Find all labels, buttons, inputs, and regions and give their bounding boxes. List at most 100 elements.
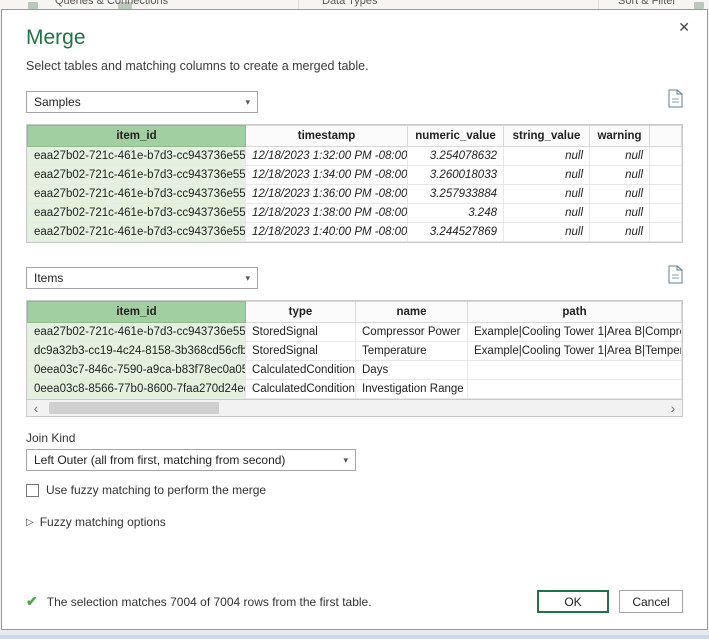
fuzzy-matching-row: Use fuzzy matching to perform the merge	[26, 483, 683, 497]
dialog-subtitle: Select tables and matching columns to cr…	[26, 59, 683, 73]
expander-triangle-icon: ▷	[26, 517, 34, 528]
chevron-down-icon: ▾	[245, 273, 250, 284]
table-row: eaa27b02-721c-461e-b7d3-cc943736e55912/1…	[28, 147, 682, 166]
ribbon-icon	[28, 2, 38, 9]
cell: eaa27b02-721c-461e-b7d3-cc943736e559	[28, 204, 246, 223]
cell: Days	[356, 361, 468, 380]
fuzzy-matching-checkbox[interactable]	[26, 484, 39, 497]
scrollbar-track[interactable]	[45, 400, 664, 416]
cell: 3.244527869	[408, 223, 504, 242]
cell: null	[590, 166, 650, 185]
column-header-item_id[interactable]: item_id	[28, 302, 246, 323]
column-header-item_id[interactable]: item_id	[28, 126, 246, 147]
cell-filler	[650, 223, 682, 242]
ribbon-group-label: Queries & Connections	[55, 0, 168, 7]
ribbon-group-label: Sort & Filter	[618, 0, 676, 7]
ribbon-divider	[598, 0, 599, 9]
second-table-select-value: Items	[34, 271, 63, 285]
bottom-strip	[0, 630, 709, 639]
cell: eaa27b02-721c-461e-b7d3-cc943736e559	[28, 323, 246, 342]
samples-preview-table: item_idtimestampnumeric_valuestring_valu…	[26, 124, 683, 243]
merge-dialog: ✕ Merge Select tables and matching colum…	[1, 9, 708, 630]
first-table-select[interactable]: Samples ▾	[26, 91, 258, 113]
page-title: Merge	[26, 26, 683, 50]
fuzzy-options-expander[interactable]: ▷ Fuzzy matching options	[26, 515, 683, 529]
table-row: eaa27b02-721c-461e-b7d3-cc943736e55912/1…	[28, 204, 682, 223]
cell: null	[504, 223, 590, 242]
cell-filler	[650, 166, 682, 185]
cell-filler	[650, 147, 682, 166]
cell: 3.254078632	[408, 147, 504, 166]
close-icon[interactable]: ✕	[673, 17, 695, 38]
cell: Example|Cooling Tower 1|Area B|Temperat	[468, 342, 682, 361]
table-row: eaa27b02-721c-461e-b7d3-cc943736e55912/1…	[28, 166, 682, 185]
cancel-button[interactable]: Cancel	[619, 590, 683, 613]
cell: Example|Cooling Tower 1|Area B|Compress	[468, 323, 682, 342]
column-header-path[interactable]: path	[468, 302, 682, 323]
ribbon-strip: Queries & Connections Data Types Sort & …	[0, 0, 709, 9]
cell: Compressor Power	[356, 323, 468, 342]
join-kind-label: Join Kind	[26, 431, 683, 445]
scrollbar-thumb[interactable]	[49, 402, 219, 414]
cell: null	[504, 204, 590, 223]
column-header-filler	[650, 126, 682, 147]
cell	[468, 361, 682, 380]
cell: StoredSignal	[246, 323, 356, 342]
cell: CalculatedCondition	[246, 380, 356, 399]
ribbon-icon	[694, 2, 704, 9]
match-status-text: The selection matches 7004 of 7004 rows …	[47, 595, 372, 609]
cell: 12/18/2023 1:32:00 PM -08:00	[246, 147, 408, 166]
cell: CalculatedCondition	[246, 361, 356, 380]
table-row: 0eea03c7-846c-7590-a9ca-b83f78ec0a05Calc…	[28, 361, 682, 380]
scroll-left-icon[interactable]: ‹	[27, 400, 45, 416]
cell: null	[504, 147, 590, 166]
cell: eaa27b02-721c-461e-b7d3-cc943736e559	[28, 166, 246, 185]
horizontal-scrollbar[interactable]: ‹ ›	[26, 400, 683, 417]
cell: null	[590, 185, 650, 204]
cell: 0eea03c8-8566-77b0-8600-7faa270d24ed	[28, 380, 246, 399]
column-header-timestamp[interactable]: timestamp	[246, 126, 408, 147]
ribbon-divider	[298, 0, 299, 9]
table-row: eaa27b02-721c-461e-b7d3-cc943736e55912/1…	[28, 223, 682, 242]
table-row: 0eea03c8-8566-77b0-8600-7faa270d24edCalc…	[28, 380, 682, 399]
refresh-preview-icon[interactable]	[668, 89, 683, 113]
match-status: ✔ The selection matches 7004 of 7004 row…	[26, 593, 372, 610]
cell: Temperature	[356, 342, 468, 361]
cell: null	[504, 166, 590, 185]
column-header-type[interactable]: type	[246, 302, 356, 323]
table-row: eaa27b02-721c-461e-b7d3-cc943736e55912/1…	[28, 185, 682, 204]
cell: null	[504, 185, 590, 204]
cell-filler	[650, 185, 682, 204]
dialog-buttons: OK Cancel	[537, 590, 683, 613]
dialog-footer: ✔ The selection matches 7004 of 7004 row…	[26, 590, 683, 613]
refresh-preview-icon[interactable]	[668, 265, 683, 289]
column-header-string_value[interactable]: string_value	[504, 126, 590, 147]
join-kind-select[interactable]: Left Outer (all from first, matching fro…	[26, 449, 356, 471]
cell: 3.260018033	[408, 166, 504, 185]
column-header-numeric_value[interactable]: numeric_value	[408, 126, 504, 147]
check-icon: ✔	[26, 593, 38, 610]
cell: null	[590, 204, 650, 223]
cell: null	[590, 147, 650, 166]
cell: 12/18/2023 1:40:00 PM -08:00	[246, 223, 408, 242]
column-header-warning[interactable]: warning	[590, 126, 650, 147]
table-row: eaa27b02-721c-461e-b7d3-cc943736e559Stor…	[28, 323, 682, 342]
cell: 12/18/2023 1:34:00 PM -08:00	[246, 166, 408, 185]
cell-filler	[650, 204, 682, 223]
cell: 12/18/2023 1:38:00 PM -08:00	[246, 204, 408, 223]
cell	[468, 380, 682, 399]
cell: eaa27b02-721c-461e-b7d3-cc943736e559	[28, 223, 246, 242]
cell: null	[590, 223, 650, 242]
items-preview-table: item_idtypenamepatheaa27b02-721c-461e-b7…	[26, 300, 683, 400]
cell: 0eea03c7-846c-7590-a9ca-b83f78ec0a05	[28, 361, 246, 380]
cell: eaa27b02-721c-461e-b7d3-cc943736e559	[28, 147, 246, 166]
chevron-down-icon: ▾	[245, 97, 250, 108]
first-table-selector-row: Samples ▾	[26, 89, 683, 113]
column-header-name[interactable]: name	[356, 302, 468, 323]
join-kind-value: Left Outer (all from first, matching fro…	[34, 453, 285, 467]
cell: 3.257933884	[408, 185, 504, 204]
second-table-select[interactable]: Items ▾	[26, 267, 258, 289]
fuzzy-options-label: Fuzzy matching options	[40, 515, 166, 529]
ok-button[interactable]: OK	[537, 590, 609, 613]
scroll-right-icon[interactable]: ›	[664, 400, 682, 416]
